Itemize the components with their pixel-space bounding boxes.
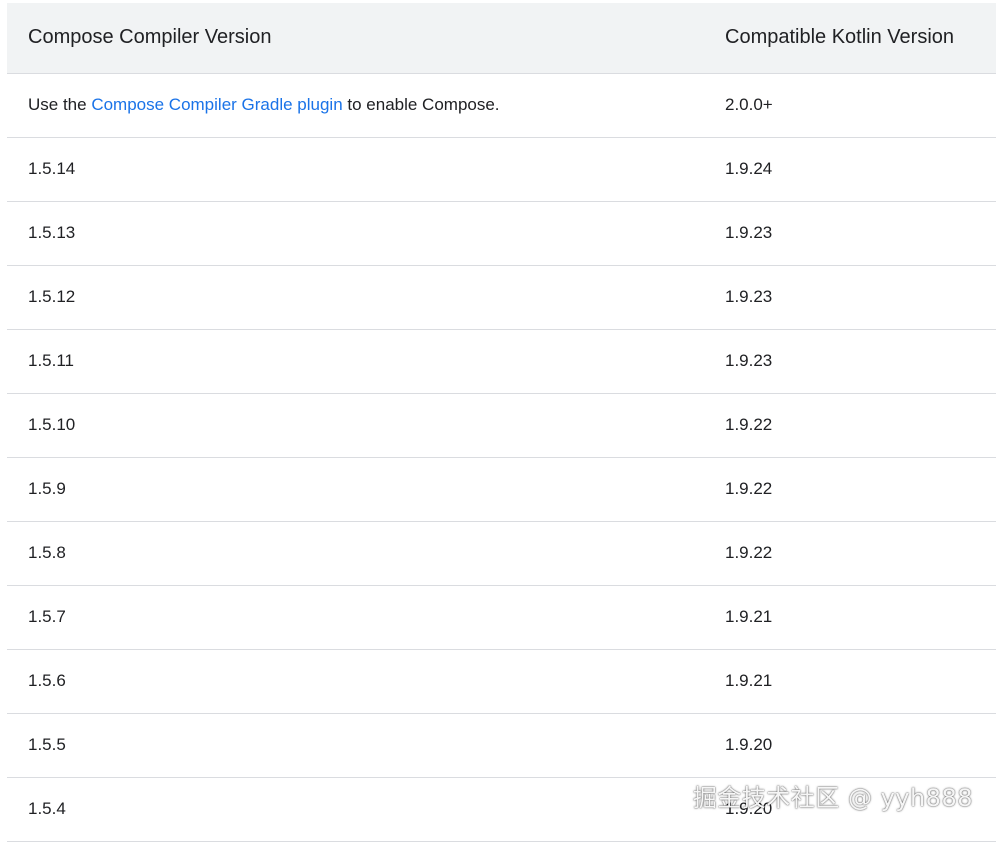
compose-compiler-gradle-plugin-link[interactable]: Compose Compiler Gradle plugin (91, 95, 342, 114)
kotlin-cell: 1.9.22 (725, 415, 773, 434)
compiler-cell: 1.5.12 (28, 287, 76, 306)
table-row: 1.5.5 1.9.20 (7, 713, 996, 777)
table-row: 1.5.13 1.9.23 (7, 201, 996, 265)
compatibility-table: Compose Compiler Version Compatible Kotl… (7, 3, 996, 842)
table-row: Use the Compose Compiler Gradle plugin t… (7, 73, 996, 137)
table-row: 1.5.12 1.9.23 (7, 265, 996, 329)
version-table-container: Compose Compiler Version Compatible Kotl… (7, 3, 996, 842)
table-row: 1.5.9 1.9.22 (7, 457, 996, 521)
kotlin-cell: 1.9.21 (725, 671, 773, 690)
kotlin-cell: 1.9.22 (725, 479, 773, 498)
compiler-cell: 1.5.10 (28, 415, 76, 434)
compiler-cell: 1.5.8 (28, 543, 66, 562)
compiler-cell: 1.5.4 (28, 799, 66, 818)
table-row: 1.5.10 1.9.22 (7, 393, 996, 457)
compiler-cell: 1.5.11 (28, 351, 75, 370)
cell-prefix-text: Use the (28, 95, 92, 114)
kotlin-cell: 1.9.22 (725, 543, 773, 562)
table-row: 1.5.11 1.9.23 (7, 329, 996, 393)
table-row: 1.5.7 1.9.21 (7, 585, 996, 649)
kotlin-cell: 1.9.23 (725, 287, 773, 306)
kotlin-cell: 1.9.24 (725, 159, 773, 178)
compiler-cell: 1.5.6 (28, 671, 66, 690)
table-row: 1.5.14 1.9.24 (7, 137, 996, 201)
kotlin-cell: 1.9.23 (725, 223, 773, 242)
compiler-cell: 1.5.14 (28, 159, 76, 178)
cell-suffix-text: to enable Compose. (342, 95, 500, 114)
header-compatible-kotlin-version: Compatible Kotlin Version (705, 3, 996, 74)
kotlin-cell: 1.9.20 (725, 735, 773, 754)
compiler-cell: 1.5.9 (28, 479, 66, 498)
header-compose-compiler-version: Compose Compiler Version (7, 3, 705, 74)
table-row: 1.5.6 1.9.21 (7, 649, 996, 713)
watermark-text: 掘金技术社区 @ yyh888 (692, 784, 973, 812)
compiler-cell: Use the Compose Compiler Gradle plugin t… (7, 73, 705, 137)
table-row: 1.5.8 1.9.22 (7, 521, 996, 585)
kotlin-cell: 1.9.21 (725, 607, 773, 626)
table-header-row: Compose Compiler Version Compatible Kotl… (7, 3, 996, 74)
kotlin-cell: 2.0.0+ (725, 95, 773, 114)
compiler-cell: 1.5.13 (28, 223, 76, 242)
compiler-cell: 1.5.7 (28, 607, 66, 626)
compiler-cell: 1.5.5 (28, 735, 66, 754)
kotlin-cell: 1.9.23 (725, 351, 773, 370)
